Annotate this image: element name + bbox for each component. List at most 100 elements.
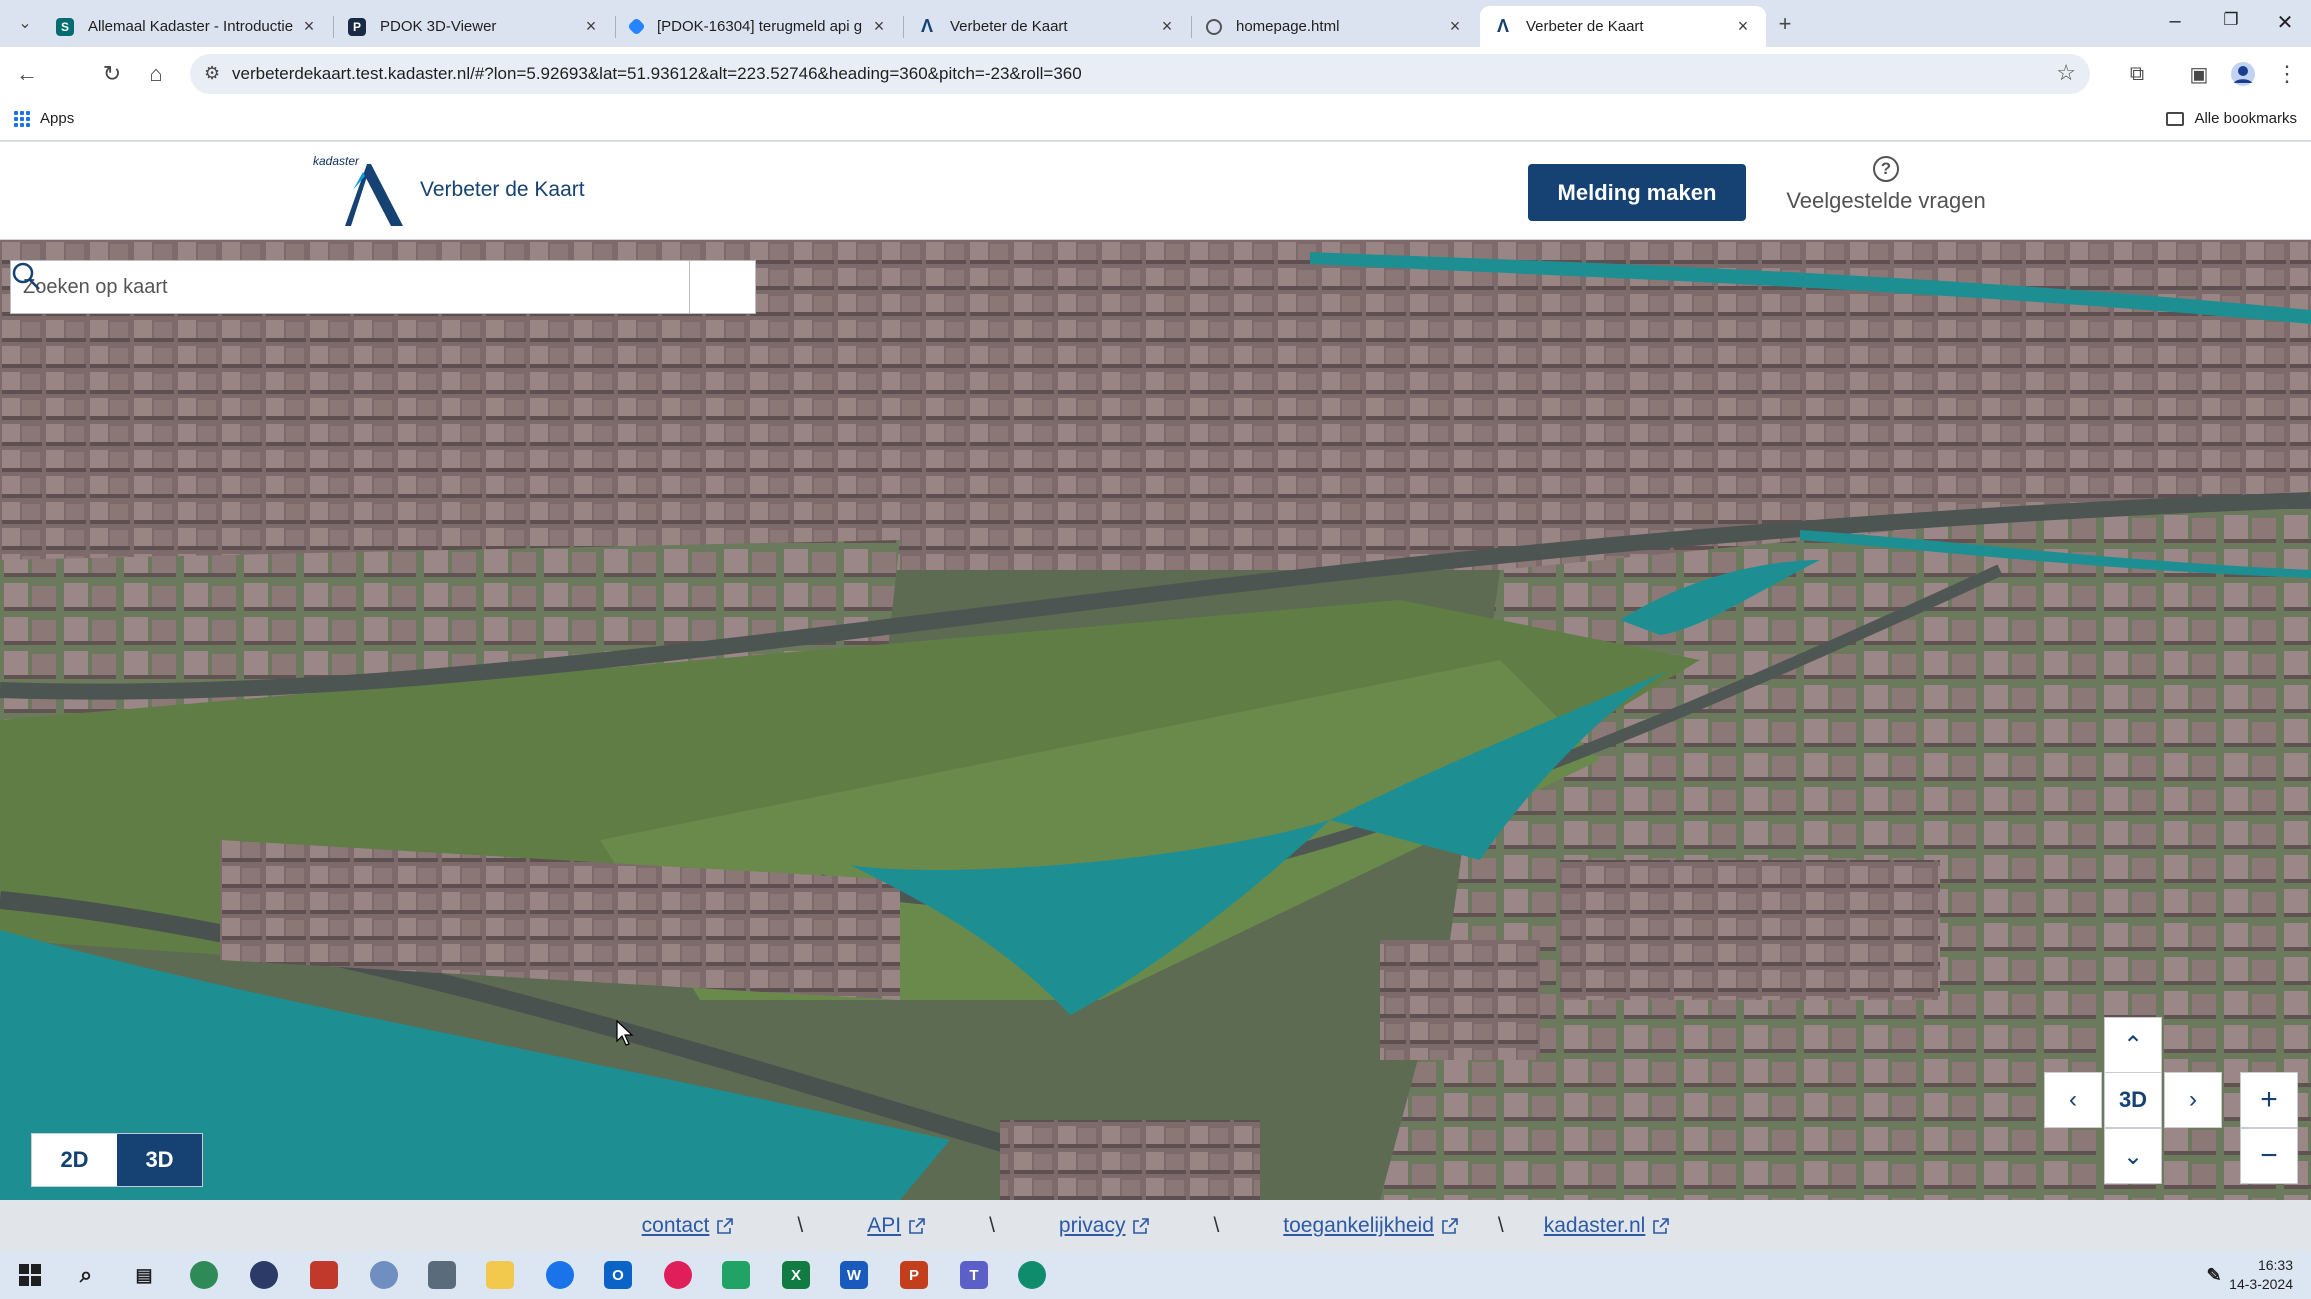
side-panel-icon[interactable]: ▣ — [2184, 59, 2214, 89]
browser-tab-2[interactable]: P PDOK 3D-Viewer × — [334, 6, 614, 47]
tilt-down-button[interactable]: ⌄ — [2104, 1128, 2162, 1184]
chevron-right-icon: › — [2189, 1086, 2197, 1113]
kadaster-icon: Λ — [1496, 16, 1509, 36]
slack-icon[interactable] — [664, 1261, 692, 1289]
url-text[interactable]: verbeterdekaart.test.kadaster.nl/#?lon=5… — [232, 64, 1082, 84]
mode-3d-button[interactable]: 3D — [117, 1134, 202, 1186]
back-icon[interactable]: ← — [12, 59, 42, 89]
external-link-icon — [1442, 1217, 1458, 1234]
footer-separator: \ — [1497, 1213, 1504, 1237]
address-bar[interactable]: ⚙ verbeterdekaart.test.kadaster.nl/#?lon… — [190, 54, 2090, 94]
external-link-icon — [1133, 1217, 1150, 1234]
browser-tab-4[interactable]: Λ Verbeter de Kaart × — [904, 6, 1190, 47]
search-button[interactable] — [12, 261, 755, 313]
home-icon[interactable]: ⌂ — [141, 59, 171, 89]
external-link-icon — [1653, 1217, 1670, 1234]
map-search-input[interactable] — [11, 261, 689, 313]
close-icon[interactable]: × — [582, 16, 600, 37]
footer-separator: \ — [797, 1213, 804, 1237]
footer-link-api[interactable]: API — [867, 1214, 925, 1238]
reload-icon[interactable]: ↻ — [97, 59, 127, 89]
zoom-out-button[interactable]: − — [2240, 1128, 2298, 1184]
all-bookmarks[interactable]: Alle bookmarks — [2166, 110, 2297, 127]
footer-separator: \ — [989, 1213, 995, 1237]
chevron-up-icon: ⌃ — [2122, 1031, 2144, 1059]
chrome-icon[interactable] — [546, 1261, 574, 1289]
app-icon[interactable] — [370, 1261, 398, 1289]
close-icon[interactable]: × — [1158, 16, 1176, 37]
word-icon[interactable]: W — [840, 1261, 868, 1289]
globe-icon — [1206, 18, 1222, 35]
footer-separator: \ — [1213, 1213, 1220, 1237]
close-icon[interactable]: × — [1734, 16, 1752, 37]
question-icon: ? — [1873, 156, 1899, 182]
extensions-icon[interactable]: ⧉ — [2122, 59, 2152, 89]
compass-3d-button[interactable]: 3D — [2104, 1072, 2162, 1128]
browser-tab-1[interactable]: S Allemaal Kadaster - Introductie × — [42, 6, 332, 47]
close-icon[interactable]: × — [1446, 16, 1464, 37]
windows-start-icon[interactable] — [16, 1261, 44, 1289]
minimize-icon[interactable]: – — [2160, 10, 2190, 33]
pen-icon[interactable]: ✎ — [2200, 1261, 2228, 1289]
profile-icon[interactable] — [2228, 59, 2258, 89]
external-link-icon — [717, 1217, 734, 1234]
footer-link-accessibility[interactable]: toegankelijkheid — [1283, 1214, 1458, 1238]
kadaster-logo-icon[interactable] — [345, 160, 405, 230]
chevron-left-icon: ‹ — [2069, 1086, 2077, 1113]
zoom-in-button[interactable]: + — [2240, 1072, 2298, 1128]
external-link-icon — [909, 1217, 925, 1234]
close-window-icon[interactable]: ✕ — [2270, 10, 2300, 35]
map-3d-view[interactable]: ⌃ ‹ 3D › ⌄ + − 2D 3D — [0, 240, 2311, 1200]
folder-icon — [2166, 111, 2185, 126]
vpn-app-icon[interactable] — [250, 1261, 278, 1289]
footer-link-kadaster[interactable]: kadaster.nl — [1544, 1214, 1670, 1238]
footer-link-contact[interactable]: contact — [642, 1214, 734, 1238]
pdok-icon: P — [348, 17, 366, 36]
tab-search-icon[interactable]: ⌄ — [10, 8, 40, 38]
os-taskbar: ⌕ ▤ O X W P T ✎ 16:33 14-3-2024 — [0, 1251, 2311, 1299]
app-title[interactable]: Verbeter de Kaart — [420, 178, 585, 202]
kadaster-icon: Λ — [920, 16, 933, 36]
browser-tab-3[interactable]: [PDOK-16304] terugmeld api g × — [616, 6, 902, 47]
excel-icon[interactable]: X — [782, 1261, 810, 1289]
task-view-icon[interactable]: ▤ — [130, 1261, 158, 1289]
browser-tab-6-active[interactable]: Λ Verbeter de Kaart × — [1480, 6, 1766, 47]
sheets-icon[interactable] — [722, 1261, 750, 1289]
jira-icon — [627, 17, 646, 36]
site-header: kadaster Verbeter de Kaart Melding maken… — [0, 142, 2311, 240]
browser-tab-5[interactable]: homepage.html × — [1192, 6, 1478, 47]
new-tab-button[interactable]: + — [1770, 9, 1800, 39]
close-icon[interactable]: × — [300, 16, 318, 37]
faq-link[interactable]: ? Veelgestelde vragen — [1776, 156, 1996, 226]
search-icon[interactable]: ⌕ — [72, 1261, 100, 1289]
bookmarks-bar: Apps Alle bookmarks — [0, 101, 2311, 141]
powerpoint-icon[interactable]: P — [900, 1261, 928, 1289]
file-explorer-icon[interactable] — [486, 1261, 514, 1289]
system-clock[interactable]: 16:33 14-3-2024 — [2229, 1256, 2293, 1294]
restore-icon[interactable]: ❐ — [2216, 10, 2246, 30]
mode-2d-button[interactable]: 2D — [32, 1134, 117, 1186]
teams-icon[interactable]: T — [960, 1261, 988, 1289]
browser-toolbar: ← ↻ ⌂ ⚙ verbeterdekaart.test.kadaster.nl… — [0, 47, 2311, 101]
edge-icon[interactable] — [1018, 1261, 1046, 1289]
map-search-box — [10, 260, 756, 314]
site-info-icon[interactable]: ⚙ — [204, 63, 220, 84]
rotate-right-button[interactable]: › — [2164, 1072, 2222, 1128]
report-button[interactable]: Melding maken — [1528, 164, 1746, 221]
rotate-left-button[interactable]: ‹ — [2044, 1072, 2102, 1128]
search-icon — [12, 262, 40, 290]
apps-grid-icon — [14, 110, 30, 127]
globe-app-icon[interactable] — [190, 1261, 218, 1289]
calculator-icon[interactable] — [428, 1261, 456, 1289]
chevron-down-icon: ⌄ — [2122, 1142, 2144, 1170]
apps-bookmark[interactable]: Apps — [14, 110, 74, 127]
sharepoint-icon: S — [56, 17, 74, 36]
outlook-icon[interactable]: O — [604, 1261, 632, 1289]
tilt-up-button[interactable]: ⌃ — [2104, 1017, 2162, 1073]
snipping-tool-icon[interactable] — [310, 1261, 338, 1289]
bookmark-star-icon[interactable]: ☆ — [2056, 60, 2076, 86]
view-mode-toggle: 2D 3D — [31, 1133, 203, 1187]
footer-link-privacy[interactable]: privacy — [1059, 1214, 1150, 1238]
menu-kebab-icon[interactable]: ⋮ — [2272, 59, 2302, 89]
close-icon[interactable]: × — [870, 16, 888, 37]
